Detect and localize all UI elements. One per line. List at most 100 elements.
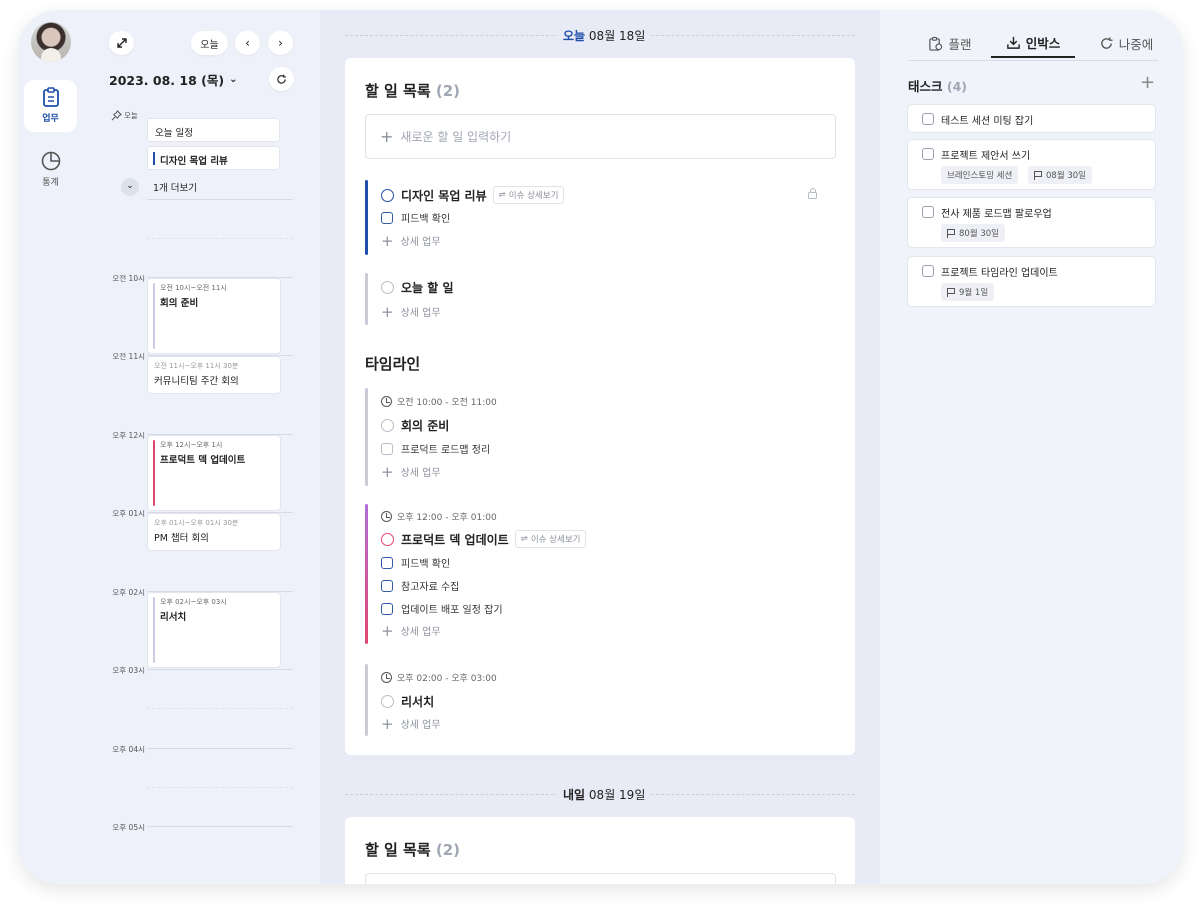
subtask-checkbox[interactable]	[381, 556, 393, 569]
hour-line	[147, 748, 293, 749]
add-subtask-button[interactable]: + 상세 업무	[381, 464, 441, 479]
today-button[interactable]: 오늘	[191, 31, 228, 55]
plus-icon: +	[380, 126, 394, 146]
issue-detail-label: 이슈 상세보기	[508, 191, 559, 201]
add-subtask-button[interactable]: + 상세 업무	[381, 623, 441, 638]
item-color-bar	[153, 152, 155, 165]
subtask-title: 피드백 확인	[401, 214, 451, 225]
date-selector[interactable]: 2023. 08. 18 (목) ⌄	[109, 70, 237, 89]
subtask-row[interactable]: 업데이트 배포 일정 잡기	[381, 601, 503, 616]
timeline-time-row: 오후 02:00 - 오후 03:00	[381, 671, 497, 684]
clipboard-icon	[42, 87, 59, 107]
complete-toggle[interactable]	[381, 695, 394, 708]
new-task-input[interactable]: + 새로운 할 일 입력하기	[365, 114, 836, 159]
refresh-button[interactable]	[269, 67, 294, 91]
due-date-tag: 08월 30일	[1028, 166, 1092, 184]
task-checkbox[interactable]	[922, 113, 934, 125]
plus-icon: +	[381, 462, 394, 481]
avatar[interactable]	[31, 22, 71, 62]
task-checkbox[interactable]	[922, 265, 934, 277]
todo-title-text: 할 일 목록	[365, 82, 431, 100]
todo-title[interactable]: 디자인 목업 리뷰	[401, 187, 487, 204]
add-subtask-button[interactable]: + 상세 업무	[381, 716, 441, 731]
todo-item[interactable]: 디자인 목업 리뷰 ⇌ 이슈 상세보기 피드백 확인 + 상세 업무	[365, 180, 835, 255]
subtask-row[interactable]: 참고자료 수집	[381, 578, 459, 593]
plus-icon: +	[1140, 72, 1156, 93]
timeline-time-row: 오후 12:00 - 오후 01:00	[381, 510, 497, 523]
tab-label: 나중에	[1118, 36, 1154, 52]
rail-item-stats[interactable]: 통계	[24, 144, 77, 196]
task-title: 전사 제품 로드맵 팔로우업	[941, 209, 1052, 220]
clipboard-clock-icon	[929, 36, 943, 51]
timeline-item[interactable]: 오전 10:00 - 오전 11:00 회의 준비 프로덕트 로드맵 정리 + …	[365, 388, 835, 486]
issue-detail-button[interactable]: ⇌ 이슈 상세보기	[514, 530, 587, 548]
subtask-row[interactable]: 피드백 확인	[381, 555, 450, 570]
event-time: 오후 12시~오후 1시	[160, 441, 223, 449]
pinned-item[interactable]: 오늘 일정	[147, 118, 280, 142]
show-more-toggle[interactable]: ⌄	[121, 178, 139, 196]
complete-toggle[interactable]	[381, 188, 394, 202]
task-checkbox[interactable]	[922, 148, 934, 160]
timeline-task-title[interactable]: 프로덕트 덱 업데이트	[401, 531, 509, 548]
task-title: 프로젝트 제안서 쓰기	[941, 151, 1031, 162]
day-header-label: 내일	[563, 788, 586, 802]
due-date: 08월 30일	[1046, 171, 1086, 181]
inbox-task[interactable]: 테스트 세션 미팅 잡기	[907, 104, 1156, 133]
tab-later[interactable]: 나중에	[1083, 28, 1169, 58]
hour-label: 오후 02시	[112, 588, 145, 597]
pinned-item[interactable]: 디자인 목업 리뷰	[147, 146, 280, 170]
inbox-task[interactable]: 전사 제품 로드맵 팔로우업 80월 30일	[907, 197, 1156, 248]
pie-chart-icon	[41, 151, 60, 171]
task-checkbox[interactable]	[922, 206, 934, 218]
add-subtask-button[interactable]: + 상세 업무	[381, 233, 441, 248]
timeline-item[interactable]: 오후 12:00 - 오후 01:00 프로덕트 덱 업데이트 ⇌ 이슈 상세보…	[365, 504, 835, 644]
show-more-link[interactable]: 1개 더보기	[153, 180, 197, 194]
subtask-checkbox[interactable]	[381, 442, 393, 455]
event-color-bar	[153, 597, 155, 663]
timeline-task-title[interactable]: 회의 준비	[401, 417, 449, 434]
tab-plan[interactable]: 플랜	[910, 28, 990, 58]
expand-button[interactable]	[109, 31, 134, 55]
left-rail: 업무 통계	[18, 10, 83, 884]
next-day-button[interactable]: ›	[268, 31, 293, 55]
task-color-bar	[365, 388, 368, 486]
calendar-event[interactable]: 오후 01시~오후 01시 30분 PM 챕터 회의	[147, 513, 281, 551]
lock-icon[interactable]	[808, 188, 817, 199]
subtask-checkbox[interactable]	[381, 579, 393, 592]
prev-day-button[interactable]: ‹	[235, 31, 260, 55]
subtask-row[interactable]: 프로덕트 로드맵 정리	[381, 441, 490, 456]
plus-icon: +	[381, 231, 394, 250]
add-subtask-button[interactable]: + 상세 업무	[381, 304, 441, 319]
tab-inbox[interactable]: 인박스	[991, 28, 1075, 58]
subtask-checkbox[interactable]	[381, 602, 393, 615]
inbox-task[interactable]: 프로젝트 제안서 쓰기 브레인스토밍 세션 08월 30일	[907, 139, 1156, 190]
inbox-task[interactable]: 프로젝트 타임라인 업데이트 9월 1일	[907, 256, 1156, 307]
timeline-time: 오후 02:00 - 오후 03:00	[397, 674, 497, 684]
task-title: 테스트 세션 미팅 잡기	[941, 116, 1034, 127]
new-task-input[interactable]	[365, 873, 836, 884]
calendar-event[interactable]: 오후 12시~오후 1시 프로덕트 덱 업데이트	[147, 435, 281, 511]
issue-detail-button[interactable]: ⇌ 이슈 상세보기	[492, 186, 565, 204]
timeline-task-title[interactable]: 리서치	[401, 693, 434, 710]
todo-title[interactable]: 오늘 할 일	[401, 279, 454, 296]
complete-toggle[interactable]	[381, 532, 394, 546]
event-title: PM 챕터 회의	[154, 533, 209, 544]
link-icon: ⇌	[498, 190, 506, 200]
timeline-item[interactable]: 오후 02:00 - 오후 03:00 리서치 + 상세 업무	[365, 664, 835, 736]
tomorrow-card: 할 일 목록 (2)	[345, 817, 855, 884]
timeline-title-row: 회의 준비	[381, 417, 449, 434]
timeline-time: 오후 12:00 - 오후 01:00	[397, 513, 497, 523]
calendar-event[interactable]: 오전 10시~오전 11시 회의 준비	[147, 278, 281, 354]
subtask-checkbox[interactable]	[381, 211, 393, 224]
todo-item[interactable]: 오늘 할 일 + 상세 업무	[365, 273, 835, 325]
calendar-event[interactable]: 오전 11시~오후 11시 30분 커뮤니티팀 주간 회의	[147, 356, 281, 394]
complete-toggle[interactable]	[381, 419, 394, 432]
add-task-button[interactable]: +	[1140, 72, 1155, 93]
calendar-event[interactable]: 오후 02시~오후 03시 리서치	[147, 592, 281, 668]
complete-toggle[interactable]	[381, 281, 394, 294]
current-date: 2023. 08. 18 (목)	[109, 73, 225, 88]
subtask-row[interactable]: 피드백 확인	[381, 210, 450, 225]
task-tag: 브레인스토밍 세션	[941, 166, 1019, 184]
event-color-bar	[153, 440, 155, 506]
rail-item-work[interactable]: 업무	[24, 80, 77, 132]
